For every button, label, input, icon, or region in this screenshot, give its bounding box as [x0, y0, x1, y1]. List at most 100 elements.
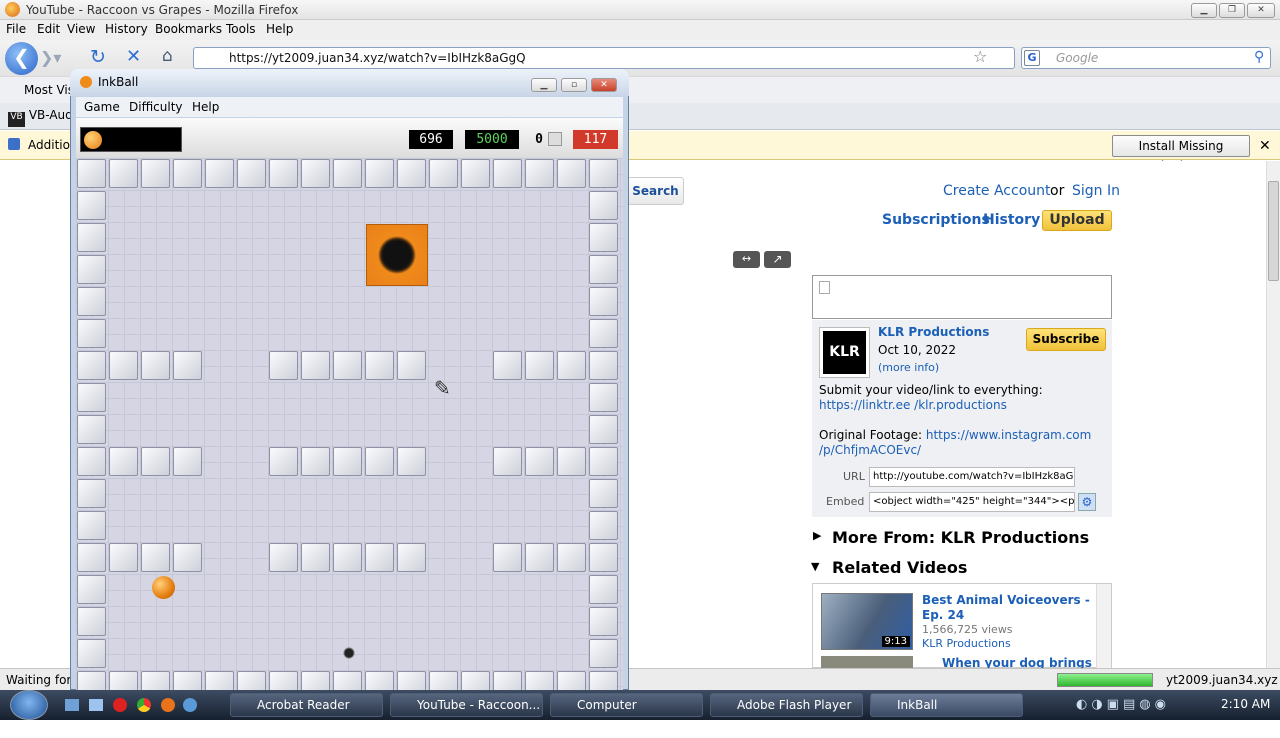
back-icon[interactable]: ❮: [5, 42, 38, 75]
subscriptions-link[interactable]: Subscriptions: [882, 212, 990, 228]
inkball-menu-difficulty[interactable]: Difficulty: [129, 100, 183, 114]
more-info-link[interactable]: (more info): [878, 361, 939, 374]
chrome-icon[interactable]: [137, 698, 151, 712]
popout-icon[interactable]: ↗: [764, 251, 791, 268]
embed-code-field[interactable]: <object width="425" height="344"><param: [869, 492, 1075, 512]
menu-edit[interactable]: Edit: [37, 22, 60, 36]
wall-block: [525, 671, 554, 690]
install-plugins-button[interactable]: Install Missing Plugins...: [1112, 135, 1250, 173]
stop-icon[interactable]: ✕: [126, 46, 141, 67]
desktop-icon[interactable]: [65, 699, 79, 711]
wall-block: [557, 351, 586, 380]
taskbar-item-acrobat[interactable]: Acrobat Reader: [230, 693, 383, 717]
wall-block: [301, 351, 330, 380]
inkball-minimize-button[interactable]: ▁: [531, 78, 557, 92]
google-icon[interactable]: G: [1024, 50, 1040, 66]
wall-block: [589, 287, 618, 316]
subscribe-button[interactable]: Subscribe: [1026, 328, 1106, 351]
inkball-close-button[interactable]: ✕: [591, 78, 617, 92]
wall-block: [333, 159, 362, 188]
wall-block: [589, 159, 618, 188]
firefox-quick-icon[interactable]: [161, 698, 175, 712]
globe-icon[interactable]: [183, 698, 197, 712]
game-board[interactable]: ✎: [76, 158, 623, 690]
inkball-menubar: Game Difficulty Help: [76, 97, 623, 117]
maximize-button[interactable]: ❐: [1219, 3, 1245, 18]
taskbar-item-youtube[interactable]: YouTube - Raccoon...: [390, 693, 543, 717]
bookmark-most-visited[interactable]: Most Vis: [24, 83, 74, 97]
related-scrollbar[interactable]: [1096, 584, 1111, 668]
taskbar-item-computer[interactable]: Computer: [550, 693, 703, 717]
menu-view[interactable]: View: [67, 22, 95, 36]
sign-in-link[interactable]: Sign In: [1072, 183, 1120, 199]
page-scrollbar[interactable]: [1266, 161, 1280, 668]
upload-date: Oct 10, 2022: [878, 343, 956, 357]
collapsed-triangle-icon[interactable]: ▶: [813, 529, 821, 542]
history-link[interactable]: History: [983, 212, 1040, 228]
channel-name[interactable]: KLR Productions: [878, 325, 989, 339]
scrollbar-thumb[interactable]: [1268, 181, 1279, 281]
search-box[interactable]: G Google ⚲: [1021, 47, 1271, 69]
create-account-link[interactable]: Create Account: [943, 183, 1051, 199]
magnifier-icon[interactable]: ⚲: [1254, 49, 1264, 65]
inkball-app-icon: [80, 76, 92, 88]
wall-block: [173, 159, 202, 188]
close-notification-icon[interactable]: ✕: [1259, 138, 1271, 154]
taskbar-item-inkball[interactable]: InkBall: [870, 693, 1023, 717]
progress-bar: [1057, 673, 1153, 687]
related-channel[interactable]: KLR Productions: [922, 637, 1011, 650]
wall-block: [205, 159, 234, 188]
url-label: URL: [843, 470, 865, 483]
reload-icon[interactable]: ↻: [90, 46, 106, 68]
bookmark-star-icon[interactable]: ☆: [973, 47, 987, 66]
related-title-2[interactable]: When your dog brings: [942, 656, 1092, 668]
menu-file[interactable]: File: [6, 22, 26, 36]
start-orb-icon[interactable]: [10, 690, 48, 720]
inkball-maximize-button[interactable]: ▫: [561, 78, 587, 92]
target-display: 5000: [465, 130, 519, 149]
clock[interactable]: 2:10 AM: [1221, 697, 1270, 711]
expand-player-icon[interactable]: ↔: [733, 251, 760, 268]
search-button[interactable]: Search: [627, 177, 684, 205]
minimize-button[interactable]: ▁: [1191, 3, 1217, 18]
tab-vb-audio[interactable]: VB VB-Aud: [8, 108, 73, 127]
close-button[interactable]: ✕: [1247, 3, 1275, 18]
related-title-1[interactable]: Best Animal Voiceovers - Ep. 24: [922, 593, 1092, 623]
expanded-triangle-icon[interactable]: ▼: [811, 560, 819, 573]
wall-block: [397, 543, 426, 572]
quicklaunch: [63, 697, 198, 713]
related-videos-heading[interactable]: Related Videos: [832, 558, 967, 577]
menu-help[interactable]: Help: [266, 22, 293, 36]
inkball-menu-help[interactable]: Help: [192, 100, 219, 114]
menu-history[interactable]: History: [105, 22, 148, 36]
wall-block: [589, 575, 618, 604]
forward-icon[interactable]: ❯▾: [40, 48, 61, 67]
score-display: 696: [409, 130, 453, 149]
wall-block: [77, 351, 106, 380]
menu-tools[interactable]: Tools: [226, 22, 256, 36]
wall-block: [589, 479, 618, 508]
related-thumbnail[interactable]: 9:13: [821, 593, 913, 650]
taskbar-item-flash[interactable]: Adobe Flash Player 11: [710, 693, 863, 734]
wall-block: [589, 351, 618, 380]
wall-block: [429, 159, 458, 188]
menu-bookmarks[interactable]: Bookmarks: [155, 22, 222, 36]
wall-block: [269, 543, 298, 572]
wall-block: [589, 319, 618, 348]
more-from-heading[interactable]: More From: KLR Productions: [832, 528, 1089, 547]
channel-avatar[interactable]: KLR: [819, 327, 870, 378]
wall-block: [109, 671, 138, 690]
inkball-menu-game[interactable]: Game: [84, 100, 120, 114]
share-url-field[interactable]: http://youtube.com/watch?v=IbIHzk8aGgQ: [869, 467, 1075, 487]
home-icon[interactable]: ⌂: [162, 46, 173, 66]
wall-block: [77, 607, 106, 636]
opera-icon[interactable]: [113, 698, 127, 712]
wall-block: [461, 159, 490, 188]
tray-icons: ◐◑▣▤◍◉: [1076, 697, 1170, 712]
wall-block: [109, 159, 138, 188]
linktree-link[interactable]: https://linktr.ee /klr.productions: [819, 398, 1007, 412]
embed-settings-icon[interactable]: ⚙: [1078, 493, 1096, 511]
related-thumbnail-2[interactable]: [821, 656, 913, 668]
explorer-icon[interactable]: [89, 699, 103, 711]
upload-button[interactable]: Upload: [1042, 210, 1112, 231]
